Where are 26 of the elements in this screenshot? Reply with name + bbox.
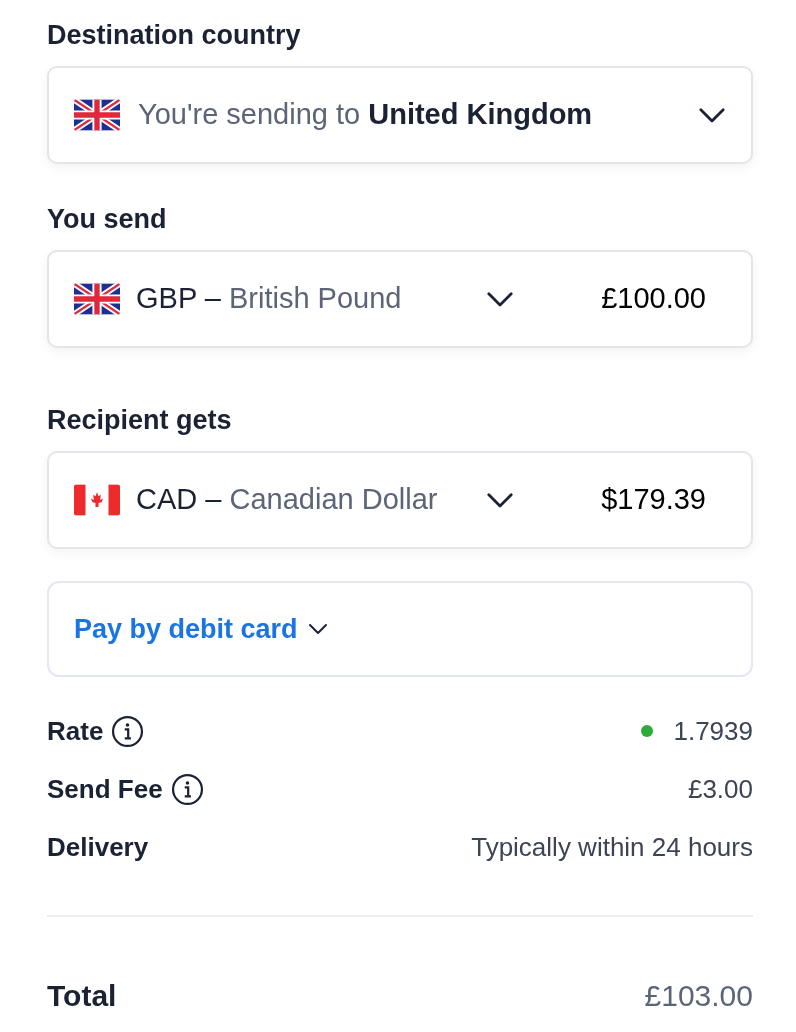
chevron-down-icon	[486, 290, 514, 308]
info-icon[interactable]	[111, 714, 145, 748]
field-label: Recipient gets	[47, 404, 233, 437]
detail-label: Delivery	[47, 830, 149, 864]
flag-icon	[74, 283, 120, 315]
country-dropdown[interactable]: You're sending to United Kingdom	[47, 66, 753, 164]
chevron-down-icon	[698, 106, 726, 124]
field-label: You send	[47, 203, 168, 236]
chevron-down-icon	[486, 491, 514, 509]
detail-value: 1.7939	[673, 714, 753, 748]
currency-dropdown[interactable]: GBP – British Pound	[74, 277, 514, 321]
chevron-down-icon	[307, 623, 328, 635]
detail-label: Rate	[47, 714, 104, 748]
flag-icon	[74, 484, 120, 516]
currency-dropdown[interactable]: CAD – Canadian Dollar	[74, 478, 514, 522]
payment-method-link[interactable]: Pay by debit card	[74, 608, 328, 650]
detail-value: £3.00	[687, 772, 753, 806]
amount-input[interactable]: $179.39	[514, 478, 726, 522]
total-value: £103.00	[644, 978, 753, 1014]
info-icon[interactable]	[170, 772, 204, 806]
detail-label: Send Fee	[47, 772, 163, 806]
field-label: Destination country	[47, 19, 302, 52]
detail-value: Typically within 24 hours	[471, 830, 753, 864]
flag-icon	[74, 99, 120, 131]
total-label: Total	[47, 978, 117, 1014]
amount-input[interactable]: £100.00	[514, 277, 726, 321]
